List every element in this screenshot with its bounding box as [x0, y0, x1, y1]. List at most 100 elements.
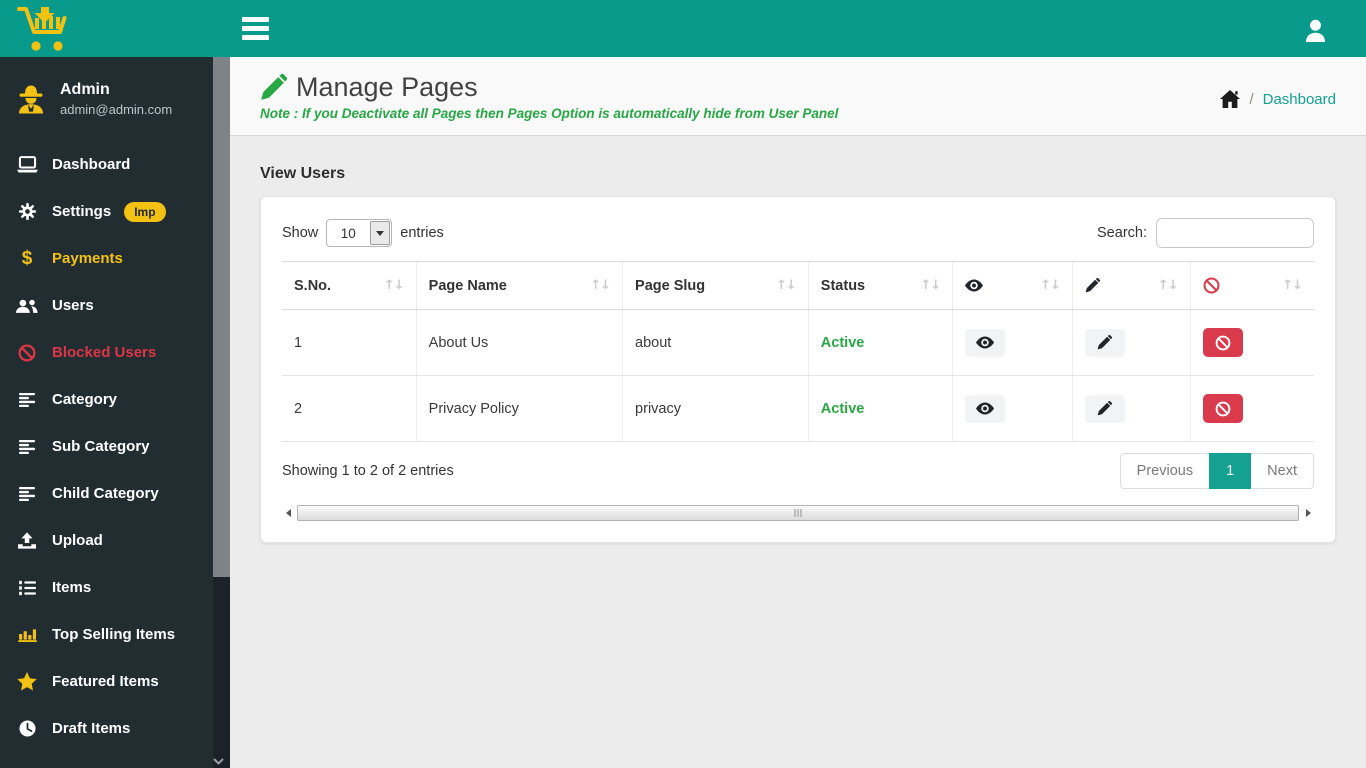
sidebar-item-sub-category[interactable]: Sub Category	[0, 423, 213, 470]
align-list-icon	[15, 439, 39, 454]
eye-icon	[976, 336, 995, 349]
list-ol-icon	[15, 580, 39, 596]
page-1-button[interactable]: 1	[1209, 453, 1252, 489]
column-header-page-slug[interactable]: Page Slug ↑↓	[622, 261, 809, 310]
block-button[interactable]	[1202, 394, 1243, 423]
status-badge: Active	[820, 334, 865, 351]
view-button[interactable]	[965, 394, 1006, 423]
admin-email: admin@admin.com	[60, 102, 173, 117]
sidebar-item-settings[interactable]: Settings Imp	[0, 188, 213, 235]
sidebar-item-category[interactable]: Category	[0, 376, 213, 423]
sort-icon: ↑↓	[590, 278, 611, 293]
scroll-left-arrow-icon[interactable]	[282, 505, 294, 520]
column-header-view[interactable]: ↑↓	[952, 261, 1073, 310]
cell-sno: 1	[282, 309, 417, 376]
pencil-icon	[1097, 401, 1113, 416]
scrollbar-grip-icon	[794, 508, 802, 517]
table-info: Showing 1 to 2 of 2 entries	[282, 463, 454, 479]
entries-select[interactable]: 10	[326, 219, 393, 247]
next-page-button[interactable]: Next	[1250, 453, 1314, 489]
sidebar-item-users[interactable]: Users	[0, 282, 213, 329]
sort-icon: ↑↓	[776, 278, 797, 293]
content-body: View Users Show 10 entries Search: S.No.…	[230, 136, 1366, 572]
imp-badge: Imp	[124, 201, 166, 222]
home-icon[interactable]	[1220, 90, 1241, 108]
breadcrumb: / Dashboard	[1220, 90, 1336, 108]
cell-page-slug: privacy	[622, 375, 809, 442]
sidebar-item-items[interactable]: Items	[0, 564, 213, 611]
sort-icon: ↑↓	[920, 278, 941, 293]
scroll-down-arrow-icon[interactable]	[213, 758, 230, 765]
cell-page-slug: about	[622, 309, 809, 376]
sidebar-item-top-selling-items[interactable]: Top Selling Items	[0, 611, 213, 658]
star-icon	[15, 672, 39, 691]
pencil-icon	[1097, 335, 1113, 350]
ban-icon	[1215, 335, 1231, 351]
column-header-status[interactable]: Status ↑↓	[807, 261, 953, 310]
chevron-down-icon	[370, 221, 391, 245]
user-secret-icon	[15, 83, 47, 115]
eye-icon	[965, 279, 984, 292]
search-control: Search:	[1097, 218, 1314, 248]
sidebar-item-draft-items[interactable]: Draft Items	[0, 705, 213, 752]
pencil-icon	[260, 74, 287, 101]
horizontal-scrollbar[interactable]	[282, 504, 1314, 521]
hamburger-icon[interactable]	[242, 9, 284, 49]
pagination: Previous 1 Next	[1119, 453, 1314, 489]
table-footer: Showing 1 to 2 of 2 entries Previous 1 N…	[282, 453, 1314, 489]
laptop-icon	[15, 156, 39, 173]
edit-button[interactable]	[1084, 328, 1125, 357]
admin-profile[interactable]: Admin admin@admin.com	[0, 57, 213, 135]
sidebar-scrollbar[interactable]	[213, 57, 230, 768]
cell-page-name: About Us	[415, 309, 623, 376]
search-input[interactable]	[1156, 218, 1314, 248]
align-list-icon	[15, 392, 39, 407]
dollar-icon: $	[21, 247, 33, 269]
topbar	[0, 0, 1366, 57]
sidebar-item-blocked-users[interactable]: Blocked Users	[0, 329, 213, 376]
logo-area[interactable]	[0, 0, 230, 57]
clock-icon	[15, 720, 39, 737]
admin-name: Admin	[60, 81, 110, 98]
scroll-right-arrow-icon[interactable]	[1302, 505, 1314, 520]
table-row: 1 About Us about Active	[282, 309, 1314, 376]
page-length-control: Show 10 entries	[282, 219, 444, 247]
entries-select-value: 10	[340, 225, 356, 241]
user-icon[interactable]	[1302, 16, 1328, 42]
ban-icon	[1215, 401, 1231, 417]
sidebar-item-dashboard[interactable]: Dashboard	[0, 141, 213, 188]
sidebar-item-featured-items[interactable]: Featured Items	[0, 658, 213, 705]
sidebar-scrollbar-thumb[interactable]	[213, 57, 230, 577]
sidebar-item-child-category[interactable]: Child Category	[0, 470, 213, 517]
pencil-icon	[1085, 278, 1100, 293]
align-list-icon	[15, 486, 39, 501]
users-icon	[15, 298, 39, 314]
bar-chart-icon	[15, 627, 39, 642]
table-row: 2 Privacy Policy privacy Active	[282, 375, 1314, 442]
search-label: Search:	[1097, 225, 1147, 241]
status-badge: Active	[820, 400, 865, 417]
sidebar: Admin admin@admin.com Dashboard Settings…	[0, 57, 230, 768]
view-button[interactable]	[965, 328, 1006, 357]
sidebar-menu: Dashboard Settings Imp $ Payments Users	[0, 141, 213, 752]
horizontal-scrollbar-thumb[interactable]	[297, 504, 1299, 521]
upload-icon	[15, 532, 39, 549]
column-header-sno[interactable]: S.No. ↑↓	[282, 261, 417, 310]
column-header-edit[interactable]: ↑↓	[1071, 261, 1191, 310]
content-header: Manage Pages Note : If you Deactivate al…	[230, 57, 1366, 136]
previous-page-button[interactable]: Previous	[1119, 453, 1211, 489]
topbar-main	[230, 0, 1366, 57]
ban-icon	[15, 343, 39, 362]
breadcrumb-link-dashboard[interactable]: Dashboard	[1263, 91, 1336, 108]
column-header-page-name[interactable]: Page Name ↑↓	[415, 261, 623, 310]
entries-label: entries	[400, 225, 444, 241]
block-button[interactable]	[1202, 328, 1243, 357]
sort-icon: ↑↓	[1157, 278, 1179, 293]
page-title: Manage Pages	[260, 72, 1336, 103]
edit-button[interactable]	[1084, 394, 1125, 423]
breadcrumb-separator: /	[1249, 90, 1254, 108]
column-header-block[interactable]: ↑↓	[1189, 261, 1314, 310]
sidebar-item-payments[interactable]: $ Payments	[0, 235, 213, 282]
sort-icon: ↑↓	[1040, 278, 1061, 293]
sidebar-item-upload[interactable]: Upload	[0, 517, 213, 564]
